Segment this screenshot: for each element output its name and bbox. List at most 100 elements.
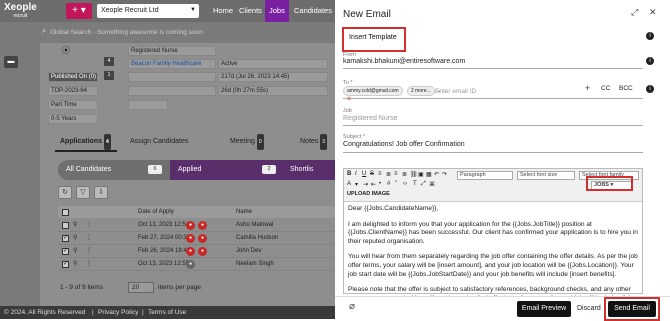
expand-icon[interactable]: ⤢ — [631, 7, 638, 18]
align-right-icon[interactable]: ≣ — [402, 171, 407, 178]
quote-icon[interactable]: " — [395, 181, 397, 187]
job-status: Active — [218, 59, 328, 69]
app-logo[interactable]: Xeople recruit — [4, 3, 37, 21]
divider — [343, 125, 643, 126]
redo-icon[interactable]: ↷ — [442, 171, 447, 178]
stage-all-candidates[interactable]: All Candidates 6 — [58, 160, 170, 180]
tab-meeting[interactable]: Meeting 0 — [230, 134, 264, 152]
filter-icon[interactable]: ▽ — [76, 186, 90, 199]
clear-format-icon[interactable]: T — [413, 181, 417, 187]
align-center-icon[interactable]: ≡ — [394, 171, 398, 177]
refresh-icon[interactable]: ↻ — [58, 186, 72, 199]
pin-icon[interactable]: ⚲ — [73, 258, 77, 271]
stage-applied[interactable]: Applied 2 — [170, 160, 282, 180]
email-body[interactable]: Dear {{Jobs.CandidateName}}, I am deligh… — [348, 205, 638, 310]
row-checkbox[interactable] — [62, 222, 69, 229]
nav-home[interactable]: Home — [209, 0, 237, 22]
discard-button[interactable]: Discard — [577, 301, 601, 317]
pin-icon[interactable]: ⚲ — [73, 245, 77, 258]
job-tags — [128, 86, 216, 96]
quick-add-button[interactable]: + ▾ — [66, 3, 92, 19]
more-icon[interactable]: ⋮ — [86, 245, 92, 258]
list-icon[interactable]: ≡ — [378, 171, 382, 177]
bullet-list-icon[interactable]: • — [379, 181, 381, 187]
more-recipients-chip[interactable]: 2 more... — [407, 86, 435, 96]
nav-jobs[interactable]: Jobs — [265, 0, 289, 22]
table-row[interactable]: ✓ ⚲ ⋮ Oct 13, 2023 12:55 ● Neelam Singh — [58, 258, 335, 271]
insert-template-button[interactable]: Insert Template — [343, 27, 405, 51]
divider — [343, 98, 643, 99]
table-row[interactable]: ⚲ ⋮ Oct 13, 2023 12:54 ● ● Ashu Mainwal — [58, 219, 335, 232]
status-icon: ● — [186, 247, 195, 256]
code-icon[interactable]: ‹› — [403, 181, 407, 187]
status-icon: ● — [186, 234, 195, 243]
outdent-icon[interactable]: ⇤ — [371, 181, 376, 188]
info-icon[interactable]: i — [646, 32, 654, 40]
location-pin-icon: ⦿ — [62, 46, 70, 55]
table-row[interactable]: ✓ ⚲ ⋮ Feb 27, 2024 00:37 ● ● Camilla Hud… — [58, 232, 335, 245]
email-preview-button[interactable]: Email Preview — [517, 301, 571, 317]
strikethrough-icon[interactable]: S — [370, 171, 374, 177]
info-icon[interactable]: i — [646, 57, 654, 65]
client-name[interactable]: Beacon Family Healthcare — [128, 59, 216, 69]
link-icon[interactable]: ⛓ — [410, 171, 418, 178]
job-field[interactable]: Registered Nurse — [343, 115, 397, 122]
pin-icon[interactable]: ⚲ — [73, 219, 77, 232]
bcc-button[interactable]: BCC — [619, 85, 633, 92]
pin-icon[interactable]: ⚲ — [73, 232, 77, 245]
paragraph-select[interactable]: Paragraph — [457, 171, 513, 180]
count-badge: 4 — [104, 57, 114, 66]
tab-assign-candidates[interactable]: Assign Candidates — [130, 134, 188, 152]
company-select[interactable]: Xeople Recruit Ltd ▼ — [97, 4, 199, 18]
indent-icon[interactable]: ⇥ — [363, 181, 368, 188]
stage-shortlisted[interactable]: Shortlis — [282, 160, 335, 180]
info-icon[interactable]: i — [646, 85, 654, 93]
per-page-label: items per page — [158, 284, 201, 291]
underline-icon[interactable]: U — [362, 171, 366, 177]
font-color-icon[interactable]: A — [347, 181, 351, 187]
undo-icon[interactable]: ↶ — [434, 171, 439, 178]
nav-candidates[interactable]: Candidates — [290, 0, 336, 22]
recipient-chip[interactable]: ammy.cold@gmail.com ⊗ — [343, 86, 403, 102]
cc-button[interactable]: CC — [601, 85, 610, 92]
job-label: Job — [343, 108, 352, 114]
remove-chip-icon[interactable]: ⊗ — [347, 96, 351, 102]
more-icon[interactable]: ⋮ — [86, 232, 92, 245]
upload-image-button[interactable]: UPLOAD IMAGE — [347, 191, 390, 197]
align-left-icon[interactable]: ≣ — [386, 171, 391, 178]
close-icon[interactable]: ✕ — [649, 7, 657, 18]
fullscreen-icon[interactable]: ⤢ — [421, 181, 426, 188]
subject-field[interactable]: Congratulations! Job offer Confirmation — [343, 141, 465, 148]
top-navbar: Xeople recruit + ▾ Xeople Recruit Ltd ▼ Ho… — [0, 0, 335, 22]
email-action-bar: ⌀ Email Preview Discard Send Email — [335, 296, 670, 321]
more-icon[interactable]: ⋮ — [86, 258, 92, 271]
privacy-link[interactable]: Privacy Policy — [98, 306, 138, 319]
attachment-icon[interactable]: ⌀ — [349, 301, 355, 312]
add-icon[interactable]: + — [585, 83, 590, 93]
italic-icon[interactable]: I — [355, 171, 357, 177]
source-icon[interactable]: ⌘ — [429, 181, 435, 188]
image-icon[interactable]: ▣ — [418, 171, 424, 178]
body-paragraph: You will hear from them separately regar… — [348, 253, 638, 278]
per-page-select[interactable]: 20 — [128, 282, 154, 293]
status-icon: ● — [198, 221, 207, 230]
from-field[interactable]: kamakshi.bhakuni@entiresoftware.com — [343, 58, 465, 65]
highlight-icon[interactable]: ▾ — [355, 181, 358, 188]
numbered-list-icon[interactable]: # — [387, 181, 390, 187]
select-all-checkbox[interactable] — [62, 209, 69, 216]
bold-icon[interactable]: B — [347, 171, 351, 177]
row-checkbox-checked[interactable]: ✓ — [62, 235, 69, 242]
nav-clients[interactable]: Clients — [235, 0, 266, 22]
font-size-select[interactable]: Select font size — [517, 171, 575, 180]
row-checkbox-checked[interactable]: ✓ — [62, 261, 69, 268]
global-search-input[interactable]: Global Search - Something awesome is com… — [50, 26, 300, 39]
table-row[interactable]: ✓ ⚲ ⋮ Feb 26, 2024 18:48 ● ● John Dev — [58, 245, 335, 258]
briefcase-icon[interactable]: ▬ — [4, 56, 18, 68]
more-icon[interactable]: ⋮ — [86, 219, 92, 232]
row-checkbox-checked[interactable]: ✓ — [62, 248, 69, 255]
to-email-input[interactable]: Enter email ID — [435, 88, 476, 95]
tab-notes[interactable]: Notes 3 — [300, 134, 328, 152]
terms-link[interactable]: Terms of Use — [148, 306, 186, 319]
table-icon[interactable]: ▦ — [426, 171, 432, 178]
export-icon[interactable]: ⇩ — [94, 186, 108, 199]
